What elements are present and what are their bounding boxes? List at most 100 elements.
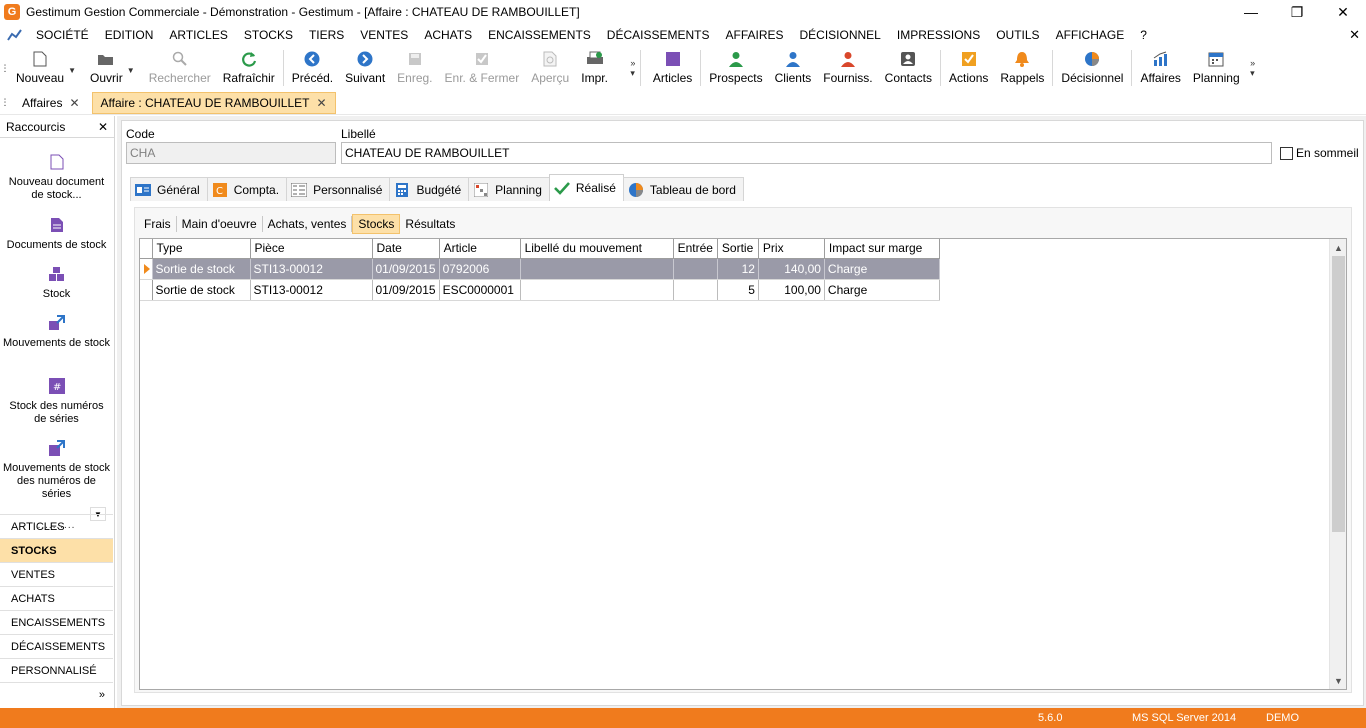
toolbar-overflow-icon[interactable]: » ▾ xyxy=(628,46,638,90)
cell-impact[interactable]: Charge xyxy=(824,258,940,280)
decisionnel-button[interactable]: Décisionnel xyxy=(1055,46,1129,90)
menu-help[interactable]: ? xyxy=(1132,28,1155,42)
ouvrir-button[interactable]: Ouvrir ▼ xyxy=(84,46,137,90)
cell-libelle[interactable] xyxy=(520,258,674,280)
sidebar-section-ventes[interactable]: VENTES xyxy=(0,562,113,586)
cell-sortie[interactable]: 5 xyxy=(717,279,759,301)
toolbar-grip[interactable]: ⋮ xyxy=(0,46,10,90)
column-header-prix[interactable]: Prix xyxy=(758,239,825,259)
nouveau-button[interactable]: Nouveau ▼ xyxy=(10,46,78,90)
checkbox-box[interactable] xyxy=(1280,146,1293,160)
cell-article[interactable]: 0792006 xyxy=(439,258,521,280)
table-row[interactable]: Sortie de stock STI13-00012 01/09/2015 E… xyxy=(140,279,940,301)
menu-decaissements[interactable]: DÉCAISSEMENTS xyxy=(599,28,718,42)
menu-app-icon[interactable] xyxy=(6,27,24,43)
scroll-up-icon[interactable]: ▲ xyxy=(1330,239,1347,256)
column-header-article[interactable]: Article xyxy=(439,239,521,259)
subtab-main-oeuvre[interactable]: Main d'oeuvre xyxy=(177,214,262,234)
sidebar-section-decaissements[interactable]: DÉCAISSEMENTS xyxy=(0,634,113,658)
fournisseurs-button[interactable]: Fourniss. xyxy=(817,46,878,90)
close-window-button[interactable]: ✕ xyxy=(1320,0,1366,24)
cell-prix[interactable]: 100,00 xyxy=(758,279,825,301)
cell-date[interactable]: 01/09/2015 xyxy=(372,258,440,280)
subtab-frais[interactable]: Frais xyxy=(139,214,176,234)
sidebar-section-articles[interactable]: ARTICLES xyxy=(0,514,113,538)
menu-affaires[interactable]: AFFAIRES xyxy=(717,28,791,42)
rechercher-button[interactable]: Rechercher xyxy=(143,46,217,90)
tab-budgete[interactable]: Budgété xyxy=(389,177,470,201)
cell-type[interactable]: Sortie de stock xyxy=(152,258,251,280)
minimize-button[interactable]: — xyxy=(1228,0,1274,24)
close-icon[interactable]: ✕ xyxy=(69,96,79,110)
prospects-button[interactable]: Prospects xyxy=(703,46,768,90)
cell-entree[interactable] xyxy=(673,279,718,301)
sidebar-more-sections-icon[interactable]: » xyxy=(0,682,113,706)
menu-impressions[interactable]: IMPRESSIONS xyxy=(889,28,988,42)
shortcut-mouvements-numeros-series[interactable]: Mouvements de stock des numéros de série… xyxy=(0,440,113,501)
imprimer-button[interactable]: Impr. xyxy=(575,46,614,90)
libelle-field[interactable]: CHATEAU DE RAMBOUILLET xyxy=(341,142,1272,164)
enregistrer-fermer-button[interactable]: Enr. & Fermer xyxy=(439,46,526,90)
scroll-thumb[interactable] xyxy=(1332,256,1345,532)
subtab-achats-ventes[interactable]: Achats, ventes xyxy=(263,214,352,234)
suivant-button[interactable]: Suivant xyxy=(339,46,391,90)
cell-prix[interactable]: 140,00 xyxy=(758,258,825,280)
sidebar-section-achats[interactable]: ACHATS xyxy=(0,586,113,610)
code-field[interactable]: CHA xyxy=(126,142,336,164)
column-header-date[interactable]: Date xyxy=(372,239,440,259)
cell-date[interactable]: 01/09/2015 xyxy=(372,279,440,301)
menu-affichage[interactable]: AFFICHAGE xyxy=(1048,28,1133,42)
menu-outils[interactable]: OUTILS xyxy=(988,28,1047,42)
menu-decisionnel[interactable]: DÉCISIONNEL xyxy=(792,28,889,42)
affaires-button[interactable]: Affaires xyxy=(1134,46,1186,90)
column-header-impact[interactable]: Impact sur marge xyxy=(824,239,940,259)
cell-article[interactable]: ESC0000001 xyxy=(439,279,521,301)
column-header-libelle[interactable]: Libellé du mouvement xyxy=(520,239,674,259)
subtab-resultats[interactable]: Résultats xyxy=(400,214,460,234)
cell-entree[interactable] xyxy=(673,258,718,280)
clients-button[interactable]: Clients xyxy=(769,46,818,90)
menu-societe[interactable]: SOCIÉTÉ xyxy=(28,28,97,42)
rafraichir-button[interactable]: Rafraîchir xyxy=(217,46,281,90)
tab-general[interactable]: Général xyxy=(130,177,208,201)
cell-libelle[interactable] xyxy=(520,279,674,301)
cell-sortie[interactable]: 12 xyxy=(717,258,759,280)
contacts-button[interactable]: Contacts xyxy=(879,46,938,90)
planning-button[interactable]: Planning xyxy=(1187,46,1246,90)
enregistrer-button[interactable]: Enreg. xyxy=(391,46,438,90)
tab-tableau-de-bord[interactable]: Tableau de bord xyxy=(622,177,744,201)
column-header-entree[interactable]: Entrée xyxy=(673,239,718,259)
cell-piece[interactable]: STI13-00012 xyxy=(250,279,373,301)
sidebar-section-personnalise[interactable]: PERSONNALISÉ xyxy=(0,658,113,682)
shortcut-nouveau-document-stock[interactable]: Nouveau document de stock... xyxy=(0,154,113,202)
table-row[interactable]: Sortie de stock STI13-00012 01/09/2015 0… xyxy=(140,258,940,280)
shortcut-stock-numeros-series[interactable]: # Stock des numéros de séries xyxy=(0,378,113,426)
close-icon[interactable]: ✕ xyxy=(316,96,326,110)
sidebar-section-encaissements[interactable]: ENCAISSEMENTS xyxy=(0,610,113,634)
menu-stocks[interactable]: STOCKS xyxy=(236,28,301,42)
toolbar-overflow-icon[interactable]: » ▾ xyxy=(1248,46,1258,90)
doctab-affaires[interactable]: Affaires ✕ xyxy=(14,92,88,114)
cell-impact[interactable]: Charge xyxy=(824,279,940,301)
grid-vertical-scrollbar[interactable]: ▲ ▼ xyxy=(1329,239,1346,689)
restore-button[interactable]: ❐ xyxy=(1274,0,1320,24)
tab-planning[interactable]: Planning xyxy=(468,177,550,201)
scroll-down-icon[interactable]: ▼ xyxy=(1330,672,1347,689)
column-header-sortie[interactable]: Sortie xyxy=(717,239,759,259)
column-header-type[interactable]: Type xyxy=(152,239,251,259)
close-document-icon[interactable]: ✕ xyxy=(1349,27,1360,43)
menu-tiers[interactable]: TIERS xyxy=(301,28,352,42)
column-header-piece[interactable]: Pièce xyxy=(250,239,373,259)
tab-compta[interactable]: C Compta. xyxy=(206,177,288,201)
close-icon[interactable]: ✕ xyxy=(98,120,108,134)
rappels-button[interactable]: Rappels xyxy=(994,46,1050,90)
precedent-button[interactable]: Précéd. xyxy=(286,46,339,90)
doctab-affaire-chateau[interactable]: Affaire : CHATEAU DE RAMBOUILLET ✕ xyxy=(91,91,336,114)
apercu-button[interactable]: Aperçu xyxy=(525,46,575,90)
menu-edition[interactable]: EDITION xyxy=(97,28,162,42)
sidebar-section-stocks[interactable]: STOCKS xyxy=(0,538,113,562)
shortcut-stock[interactable]: Stock xyxy=(0,266,113,301)
chevron-down-icon[interactable]: ▼ xyxy=(68,66,76,75)
articles-shortcut-button[interactable]: Articles xyxy=(647,46,698,90)
tab-realise[interactable]: Réalisé xyxy=(548,174,624,201)
